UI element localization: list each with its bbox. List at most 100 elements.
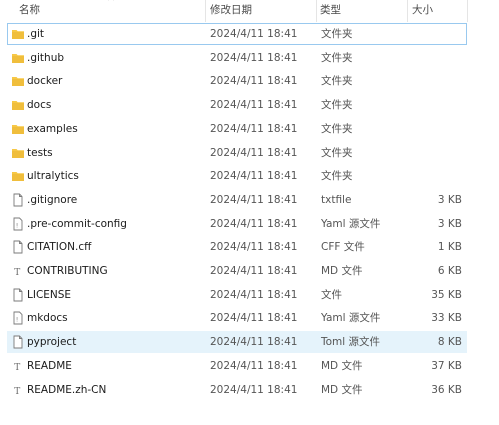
svg-text:T: T [14,363,20,373]
file-size: 36 KB [431,383,462,396]
file-modified-date: 2024/4/11 18:41 [210,312,298,325]
sort-ascending-icon [108,0,114,1]
file-size: 3 KB [437,193,462,206]
file-name: README [27,359,72,372]
folder-icon [11,98,25,112]
file-name: docker [27,75,63,88]
file-name: pyproject [27,336,77,349]
file-modified-date: 2024/4/11 18:41 [210,288,298,301]
file-type: 文件夹 [321,51,353,64]
file-row[interactable]: T CONTRIBUTING 2024/4/11 18:41 MD 文件 6 KB [7,260,467,282]
file-size: 33 KB [431,312,462,325]
file-type: 文件夹 [321,28,353,40]
file-modified-date: 2024/4/11 18:41 [210,51,298,64]
svg-text:!: ! [15,317,19,324]
file-row[interactable]: docs 2024/4/11 18:41 文件夹 [7,94,467,116]
folder-icon [11,169,25,183]
file-type: Yaml 源文件 [321,312,381,325]
column-header-bar: 名称 修改日期 类型 大小 [0,0,499,22]
file-modified-date: 2024/4/11 18:41 [210,336,298,349]
file-name: mkdocs [27,312,68,325]
column-header-size[interactable]: 大小 [412,0,433,22]
file-row[interactable]: docker 2024/4/11 18:41 文件夹 [7,70,467,92]
column-header-type[interactable]: 类型 [320,0,341,22]
file-type: Yaml 源文件 [321,217,381,230]
file-type: MD 文件 [321,383,363,396]
file-name: .git [27,28,45,40]
file-name: ultralytics [27,170,79,183]
file-type: 文件 [321,288,342,301]
svg-text:!: ! [15,222,19,229]
file-name: README.zh-CN [27,383,107,396]
file-type: CFF 文件 [321,241,365,254]
file-type: 文件夹 [321,170,353,183]
folder-icon [11,51,25,65]
file-row[interactable]: LICENSE 2024/4/11 18:41 文件 35 KB [7,284,467,306]
file-row[interactable]: .github 2024/4/11 18:41 文件夹 [7,47,467,69]
file-modified-date: 2024/4/11 18:41 [210,359,298,372]
file-name: .github [27,51,65,64]
file-type: 文件夹 [321,122,353,135]
file-row[interactable]: ! .pre-commit-config 2024/4/11 18:41 Yaml 源… [7,213,467,235]
file-size: 35 KB [431,288,462,301]
file-name: examples [27,122,78,135]
file-modified-date: 2024/4/11 18:41 [210,28,298,40]
column-header-date[interactable]: 修改日期 [210,0,252,22]
file-row[interactable]: T README.zh-CN 2024/4/11 18:41 MD 文件 36 KB [7,379,467,401]
file-row[interactable]: examples 2024/4/11 18:41 文件夹 [7,118,467,140]
folder-icon [11,27,25,41]
file-type: txtfile [321,193,352,206]
file-name: .pre-commit-config [27,217,127,230]
file-row[interactable]: ultralytics 2024/4/11 18:41 文件夹 [7,165,467,187]
column-header-name[interactable]: 名称 [19,0,40,22]
folder-icon [11,74,25,88]
column-divider[interactable] [407,0,408,22]
file-modified-date: 2024/4/11 18:41 [210,265,298,277]
file-icon [11,335,25,349]
file-size: 1 KB [437,241,462,254]
svg-text:T: T [14,268,20,278]
file-row[interactable]: ! mkdocs 2024/4/11 18:41 Yaml 源文件 33 KB [7,307,467,329]
file-type: 文件夹 [321,146,353,159]
file-icon [11,288,25,302]
file-modified-date: 2024/4/11 18:41 [210,241,298,254]
file-modified-date: 2024/4/11 18:41 [210,122,298,135]
file-row[interactable]: T README 2024/4/11 18:41 MD 文件 37 KB [7,355,467,377]
column-divider[interactable] [205,0,206,22]
file-modified-date: 2024/4/11 18:41 [210,146,298,159]
file-type: MD 文件 [321,265,363,277]
folder-icon [11,122,25,136]
file-modified-date: 2024/4/11 18:41 [210,193,298,206]
file-row[interactable]: .gitignore 2024/4/11 18:41 txtfile 3 KB [7,189,467,211]
file-modified-date: 2024/4/11 18:41 [210,170,298,183]
file-type: Toml 源文件 [321,336,381,349]
file-icon [11,193,25,207]
folder-icon [11,146,25,160]
column-divider[interactable] [316,0,317,22]
file-name: LICENSE [27,288,72,301]
file-row[interactable]: tests 2024/4/11 18:41 文件夹 [7,142,467,164]
file-icon [11,240,25,254]
file-size: 37 KB [431,359,462,372]
markdown-file-icon: T [11,359,25,373]
file-size: 8 KB [437,336,462,349]
file-row[interactable]: CITATION.cff 2024/4/11 18:41 CFF 文件 1 KB [7,236,467,258]
file-row[interactable]: .git 2024/4/11 18:41 文件夹 [7,23,467,45]
file-size: 6 KB [437,265,462,277]
markdown-file-icon: T [11,264,25,278]
markdown-file-icon: T [11,383,25,397]
file-modified-date: 2024/4/11 18:41 [210,99,298,112]
file-type: 文件夹 [321,99,353,112]
file-type: MD 文件 [321,359,363,372]
file-modified-date: 2024/4/11 18:41 [210,383,298,396]
file-name: CONTRIBUTING [27,265,108,277]
file-name: .gitignore [27,193,78,206]
file-name: CITATION.cff [27,241,92,254]
file-row[interactable]: pyproject 2024/4/11 18:41 Toml 源文件 8 KB [7,331,467,354]
file-size: 3 KB [437,217,462,230]
file-modified-date: 2024/4/11 18:41 [210,75,298,88]
file-name: docs [27,99,52,112]
file-type: 文件夹 [321,75,353,88]
column-divider[interactable] [467,0,468,22]
svg-text:T: T [14,387,20,397]
